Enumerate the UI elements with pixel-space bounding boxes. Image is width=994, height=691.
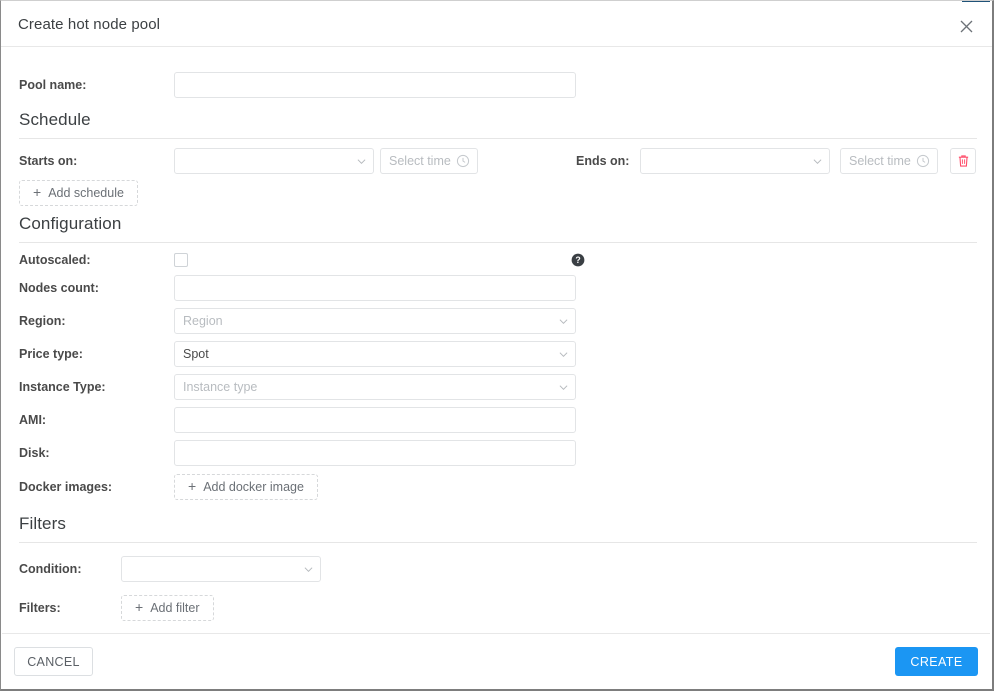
- condition-select[interactable]: [121, 556, 321, 582]
- region-label: Region:: [19, 314, 66, 328]
- add-schedule-button[interactable]: + Add schedule: [19, 180, 138, 206]
- docker-images-label: Docker images:: [19, 480, 113, 494]
- region-select[interactable]: Region: [174, 308, 576, 334]
- row-nodes-count: Nodes count:: [2, 275, 990, 301]
- row-pool-name: Pool name:: [2, 72, 990, 98]
- row-autoscaled: Autoscaled: ?: [2, 247, 990, 273]
- plus-icon: +: [188, 478, 197, 494]
- filters-section-divider: [19, 542, 977, 543]
- disk-input[interactable]: [174, 440, 576, 466]
- clock-icon: [456, 154, 470, 168]
- ami-input[interactable]: [174, 407, 576, 433]
- row-region: Region: Region: [2, 308, 990, 334]
- row-filters: Filters: + Add filter: [2, 595, 990, 621]
- add-filter-button[interactable]: + Add filter: [121, 595, 214, 621]
- add-docker-image-label: Add docker image: [203, 480, 304, 494]
- row-price-type: Price type: Spot: [2, 341, 990, 367]
- ends-on-time-placeholder: Select time: [849, 154, 911, 168]
- filters-section-heading: Filters: [19, 514, 66, 533]
- dialog-footer: CANCEL CREATE: [2, 633, 990, 687]
- ends-on-time-picker[interactable]: Select time: [840, 148, 938, 174]
- region-value: Region: [183, 314, 223, 328]
- autoscaled-checkbox[interactable]: [174, 253, 188, 267]
- instance-type-value: Instance type: [183, 380, 258, 394]
- help-circle-icon[interactable]: ?: [571, 253, 585, 267]
- row-instance-type: Instance Type: Instance type: [2, 374, 990, 400]
- starts-on-time-picker[interactable]: Select time: [380, 148, 478, 174]
- condition-label: Condition:: [19, 562, 82, 576]
- filters-label: Filters:: [19, 601, 61, 615]
- row-ami: AMI:: [2, 407, 990, 433]
- dialog-body: Pool name: Schedule Starts on: Select ti…: [2, 47, 990, 633]
- configuration-section-divider: [19, 242, 977, 243]
- ami-label: AMI:: [19, 413, 47, 427]
- pool-name-input[interactable]: [174, 72, 576, 98]
- starts-on-date-select[interactable]: [174, 148, 374, 174]
- starts-on-label: Starts on:: [19, 154, 78, 168]
- row-condition: Condition:: [2, 556, 990, 582]
- chevron-down-icon: [357, 157, 366, 166]
- chevron-down-icon: [559, 350, 568, 359]
- chevron-down-icon: [813, 157, 822, 166]
- starts-on-time-placeholder: Select time: [389, 154, 451, 168]
- dialog-window: Create hot node pool Pool name: Schedule…: [0, 0, 994, 691]
- price-type-select[interactable]: Spot: [174, 341, 576, 367]
- disk-label: Disk:: [19, 446, 50, 460]
- instance-type-label: Instance Type:: [19, 380, 106, 394]
- row-docker-images: Docker images: + Add docker image: [2, 474, 990, 500]
- schedule-section-divider: [19, 138, 977, 139]
- dialog-header: Create hot node pool: [1, 2, 992, 47]
- price-type-value: Spot: [183, 347, 209, 361]
- clock-icon: [916, 154, 930, 168]
- chevron-down-icon: [559, 383, 568, 392]
- plus-icon: +: [135, 599, 144, 615]
- autoscaled-label: Autoscaled:: [19, 253, 91, 267]
- create-button[interactable]: CREATE: [895, 647, 978, 676]
- pool-name-label: Pool name:: [19, 78, 87, 92]
- close-icon[interactable]: [956, 16, 976, 36]
- svg-text:?: ?: [575, 255, 580, 265]
- row-schedule: Starts on: Select time Ends on: Select t…: [2, 148, 990, 174]
- delete-schedule-button[interactable]: [950, 148, 976, 174]
- configuration-section-heading: Configuration: [19, 214, 122, 233]
- row-disk: Disk:: [2, 440, 990, 466]
- schedule-section-heading: Schedule: [19, 110, 91, 129]
- add-filter-label: Add filter: [150, 601, 200, 615]
- plus-icon: +: [33, 184, 42, 200]
- instance-type-select[interactable]: Instance type: [174, 374, 576, 400]
- ends-on-date-select[interactable]: [640, 148, 830, 174]
- add-docker-image-button[interactable]: + Add docker image: [174, 474, 318, 500]
- chevron-down-icon: [559, 317, 568, 326]
- price-type-label: Price type:: [19, 347, 83, 361]
- chevron-down-icon: [304, 565, 313, 574]
- dialog-title: Create hot node pool: [18, 16, 161, 33]
- ends-on-label: Ends on:: [576, 154, 630, 168]
- nodes-count-input[interactable]: [174, 275, 576, 301]
- nodes-count-label: Nodes count:: [19, 281, 99, 295]
- add-schedule-label: Add schedule: [48, 186, 124, 200]
- cancel-button[interactable]: CANCEL: [14, 647, 93, 676]
